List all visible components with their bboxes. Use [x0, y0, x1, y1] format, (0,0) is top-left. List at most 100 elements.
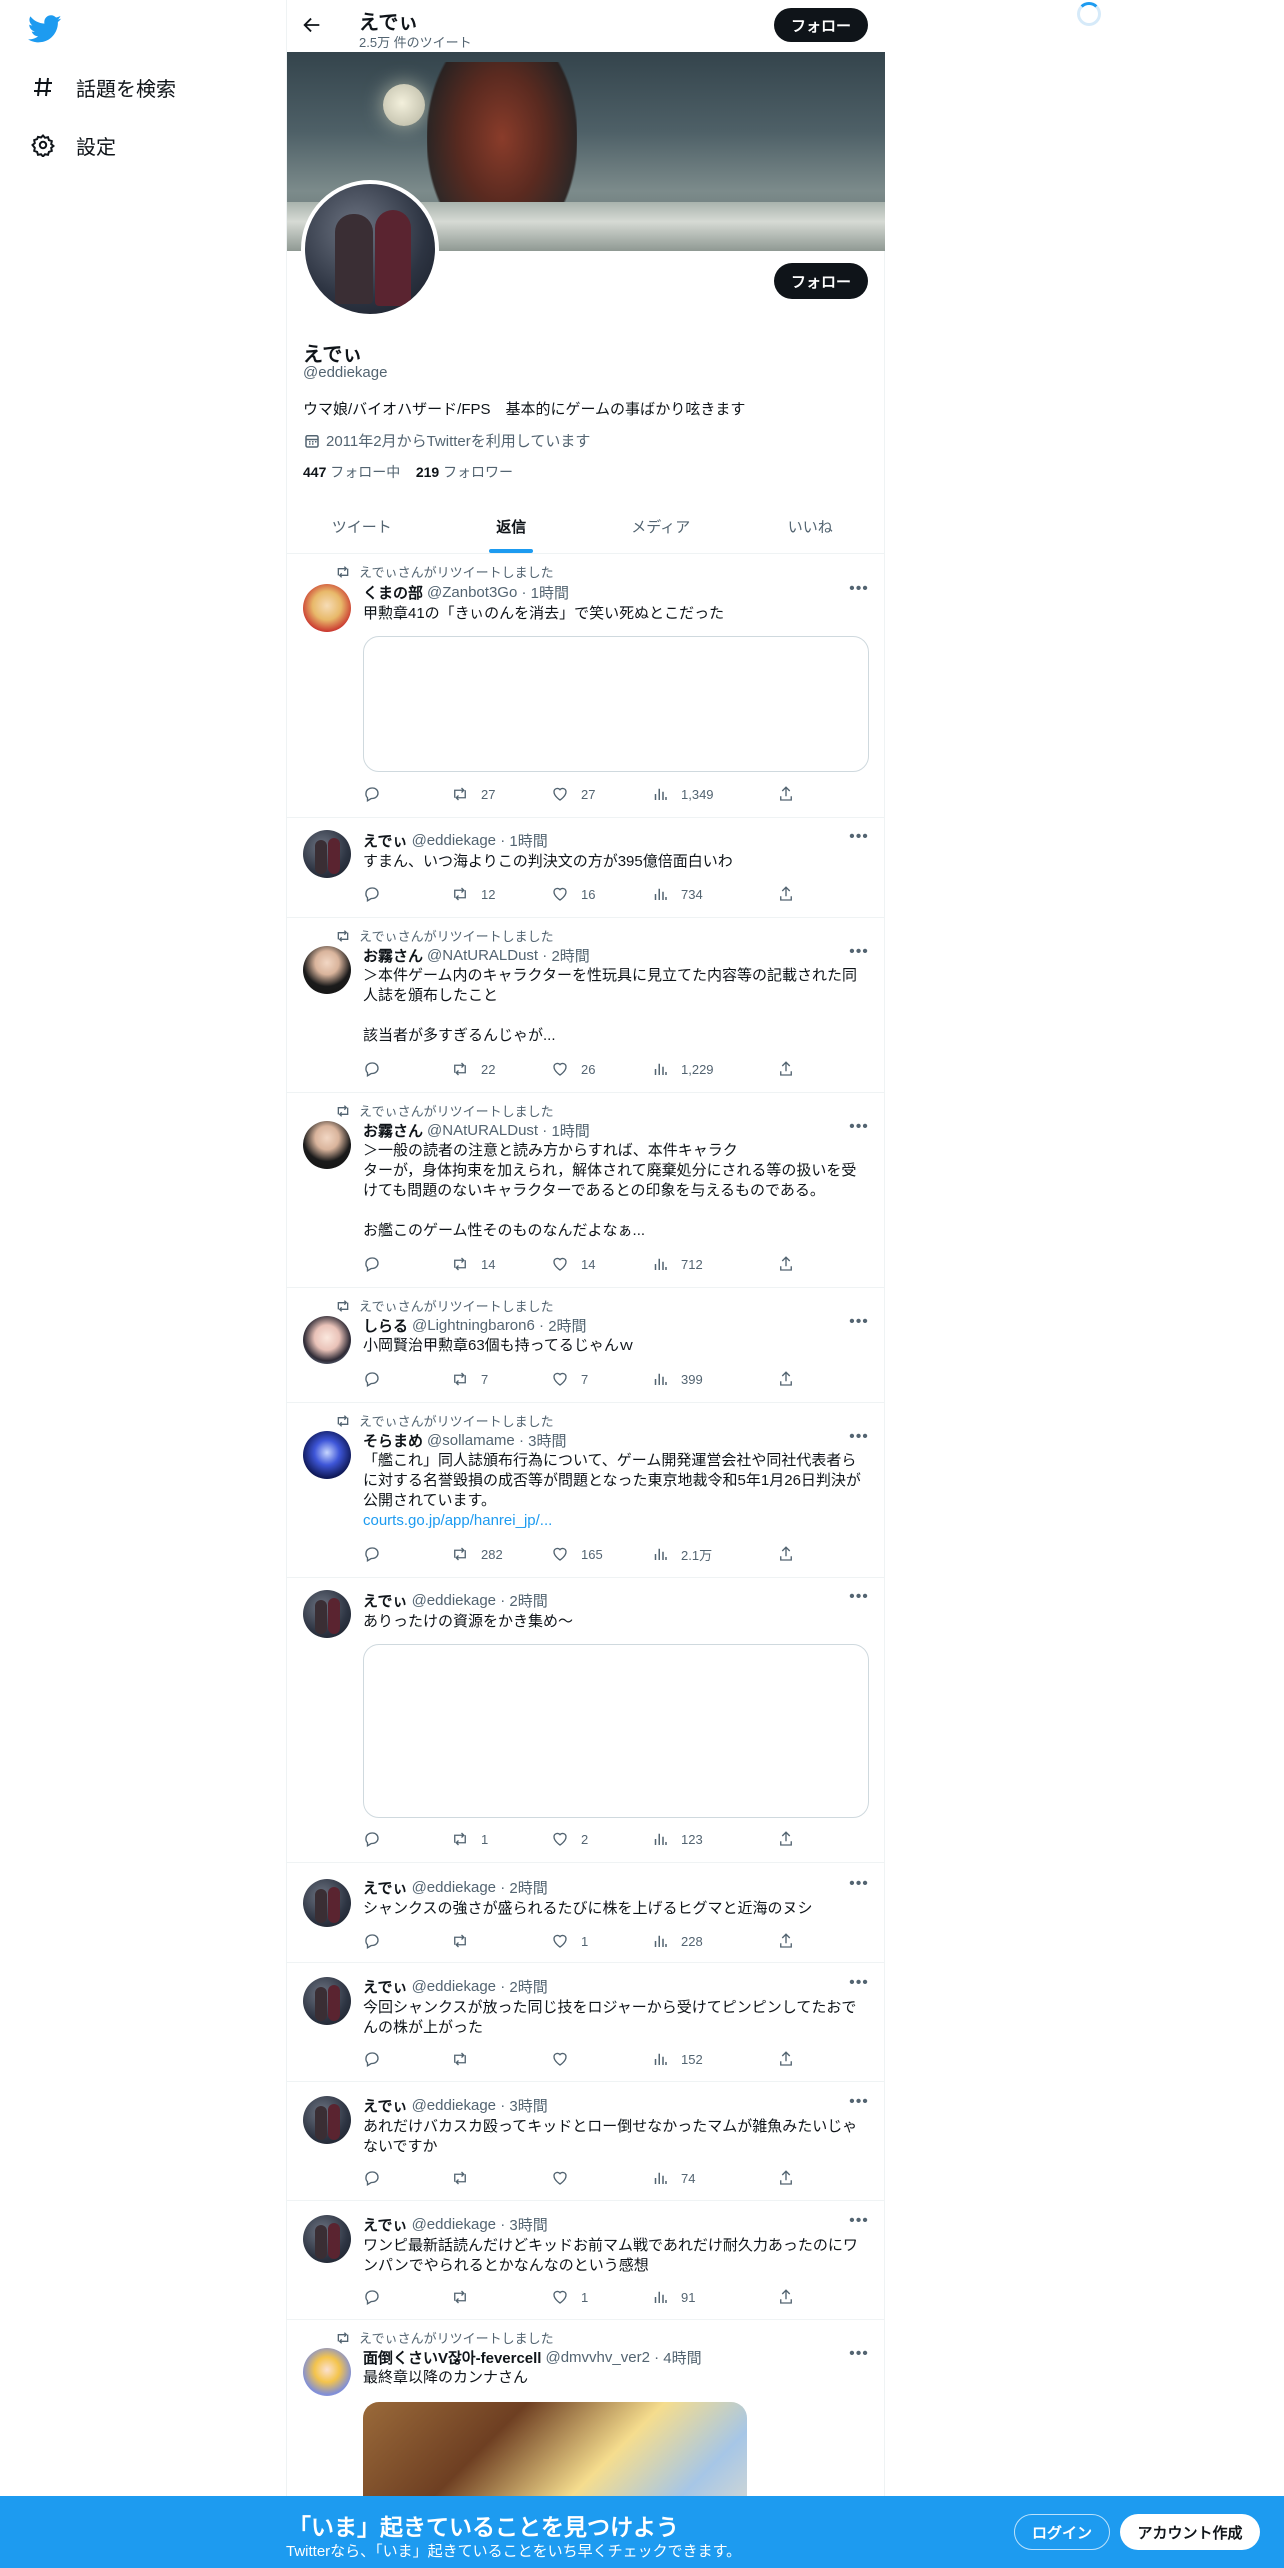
author-handle[interactable]: @NAtURALDust [427, 947, 538, 964]
reply-button[interactable] [363, 2168, 451, 2188]
avatar[interactable] [303, 1977, 351, 2025]
like-button[interactable]: 2 [551, 1829, 651, 1849]
tweet-time[interactable]: 2時間 [509, 1590, 547, 1611]
avatar[interactable] [303, 1431, 351, 1479]
like-button[interactable]: 16 [551, 884, 651, 904]
share-button[interactable] [777, 2049, 803, 2069]
tweet-time[interactable]: 3時間 [509, 2095, 547, 2116]
tweet-time[interactable]: 3時間 [509, 2214, 547, 2235]
more-options-icon[interactable]: ••• [849, 2212, 869, 2232]
more-options-icon[interactable]: ••• [849, 828, 869, 848]
tab-likes[interactable]: いいね [736, 500, 886, 553]
avatar[interactable] [303, 1879, 351, 1927]
header-follow-button[interactable]: フォロー [774, 8, 868, 42]
author-handle[interactable]: @dmvvhv_ver2 [545, 2349, 649, 2366]
retweet-button[interactable]: 12 [451, 884, 551, 904]
author-handle[interactable]: @eddiekage [412, 832, 496, 849]
author-name[interactable]: くまの部 [363, 582, 423, 603]
views-button[interactable]: 734 [651, 884, 777, 904]
login-button[interactable]: ログイン [1014, 2514, 1110, 2550]
tweet-time[interactable]: 2時間 [509, 1877, 547, 1898]
like-button[interactable]: 14 [551, 1254, 651, 1274]
reply-button[interactable] [363, 884, 451, 904]
like-button[interactable]: 27 [551, 784, 651, 804]
avatar[interactable] [303, 1121, 351, 1169]
views-button[interactable]: 2.1万 [651, 1544, 777, 1564]
author-handle[interactable]: @NAtURALDust [427, 1122, 538, 1139]
avatar[interactable] [303, 584, 351, 632]
author-name[interactable]: しらる [363, 1315, 408, 1336]
twitter-logo-icon[interactable] [28, 12, 62, 46]
followers-link[interactable]: 219 フォロワー [416, 464, 513, 480]
reply-button[interactable] [363, 2287, 451, 2307]
reply-button[interactable] [363, 1829, 451, 1849]
views-button[interactable]: 399 [651, 1369, 777, 1389]
avatar[interactable] [303, 1316, 351, 1364]
retweet-button[interactable] [451, 2168, 551, 2188]
more-options-icon[interactable]: ••• [849, 1974, 869, 1994]
like-button[interactable]: 1 [551, 1931, 651, 1951]
tweet[interactable]: えでぃさんがリツイートしました くまの部 @Zanbot3Go · 1時間 •••… [287, 554, 885, 818]
tweet-link[interactable]: courts.go.jp/app/hanrei_jp/... [363, 1511, 869, 1531]
share-button[interactable] [777, 884, 803, 904]
author-name[interactable]: えでぃ [363, 2095, 408, 2116]
views-button[interactable]: 123 [651, 1829, 777, 1849]
avatar[interactable] [303, 830, 351, 878]
reply-button[interactable] [363, 2049, 451, 2069]
views-button[interactable]: 712 [651, 1254, 777, 1274]
retweet-button[interactable]: 14 [451, 1254, 551, 1274]
retweet-button[interactable]: 282 [451, 1544, 551, 1564]
tweet-time[interactable]: 1時間 [551, 1120, 589, 1141]
more-options-icon[interactable]: ••• [849, 1588, 869, 1608]
author-name[interactable]: そらまめ [363, 1430, 423, 1451]
like-button[interactable]: 7 [551, 1369, 651, 1389]
author-name[interactable]: えでぃ [363, 1590, 408, 1611]
author-handle[interactable]: @eddiekage [412, 1978, 496, 1995]
retweet-button[interactable] [451, 1931, 551, 1951]
tweet-time[interactable]: 2時間 [551, 945, 589, 966]
retweet-button[interactable] [451, 2049, 551, 2069]
author-name[interactable]: 面倒くさいV잖아-fevercell [363, 2347, 541, 2368]
author-name[interactable]: お霧さん [363, 1120, 423, 1141]
profile-follow-button[interactable]: フォロー [774, 263, 868, 299]
reply-button[interactable] [363, 784, 451, 804]
tweet-time[interactable]: 4時間 [663, 2347, 701, 2368]
tweet[interactable]: えでぃさんがリツイートしました しらる @Lightningbaron6 · 2時… [287, 1288, 885, 1403]
like-button[interactable]: 165 [551, 1544, 651, 1564]
tweet-media-card[interactable] [363, 636, 869, 772]
views-button[interactable]: 152 [651, 2049, 777, 2069]
retweet-button[interactable]: 27 [451, 784, 551, 804]
author-name[interactable]: えでぃ [363, 1877, 408, 1898]
reply-button[interactable] [363, 1931, 451, 1951]
tweet-time[interactable]: 2時間 [509, 1976, 547, 1997]
author-name[interactable]: えでぃ [363, 1976, 408, 1997]
like-button[interactable]: 26 [551, 1059, 651, 1079]
author-handle[interactable]: @eddiekage [412, 2216, 496, 2233]
views-button[interactable]: 74 [651, 2168, 777, 2188]
nav-settings[interactable]: 設定 [30, 125, 116, 165]
share-button[interactable] [777, 1829, 803, 1849]
reply-button[interactable] [363, 1369, 451, 1389]
avatar[interactable] [303, 946, 351, 994]
author-name[interactable]: えでぃ [363, 2214, 408, 2235]
views-button[interactable]: 1,349 [651, 784, 777, 804]
author-name[interactable]: お霧さん [363, 945, 423, 966]
tweet[interactable]: えでぃさんがリツイートしました そらまめ @sollamame · 3時間 •••… [287, 1403, 885, 1578]
avatar[interactable] [303, 2348, 351, 2396]
tweet-time[interactable]: 2時間 [548, 1315, 586, 1336]
tweet[interactable]: えでぃ @eddiekage · 3時間 ••• ワンピ最新話読んだけどキッドお前… [287, 2201, 885, 2320]
nav-explore[interactable]: 話題を検索 [30, 67, 176, 107]
tab-tweets[interactable]: ツイート [287, 500, 437, 553]
tweet[interactable]: えでぃ @eddiekage · 3時間 ••• あれだけバカスカ殴ってキッドとロ… [287, 2082, 885, 2201]
more-options-icon[interactable]: ••• [849, 1428, 869, 1448]
more-options-icon[interactable]: ••• [849, 2093, 869, 2113]
reply-button[interactable] [363, 1254, 451, 1274]
more-options-icon[interactable]: ••• [849, 580, 869, 600]
more-options-icon[interactable]: ••• [849, 1875, 869, 1895]
tweet[interactable]: えでぃさんがリツイートしました お霧さん @NAtURALDust · 2時間 •… [287, 918, 885, 1093]
share-button[interactable] [777, 2168, 803, 2188]
profile-avatar[interactable] [301, 180, 439, 318]
tweet-media-card[interactable] [363, 1644, 869, 1818]
share-button[interactable] [777, 1544, 803, 1564]
share-button[interactable] [777, 1931, 803, 1951]
